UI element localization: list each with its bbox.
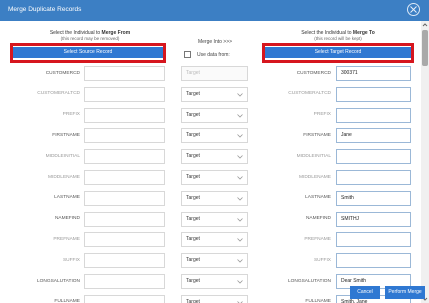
target-field-input[interactable] xyxy=(336,86,411,102)
chevron-down-icon xyxy=(237,93,243,97)
use-data-from-select[interactable]: Target xyxy=(181,107,248,123)
source-field-label: CUSTOMERALTCD xyxy=(37,91,80,97)
scrollbar[interactable] xyxy=(421,21,429,303)
chevron-down-icon xyxy=(237,217,243,222)
source-field-input xyxy=(84,294,165,303)
target-field-label: CUSTOMERALTCD xyxy=(288,91,331,97)
target-field-input[interactable] xyxy=(336,170,411,185)
scroll-up-icon[interactable] xyxy=(421,21,429,29)
source-field-label: PREFIX xyxy=(62,112,80,118)
select-value: Target xyxy=(186,298,200,303)
chevron-down-icon xyxy=(237,238,243,242)
source-field-label: PREFNAME xyxy=(53,236,80,242)
target-field-input[interactable] xyxy=(336,149,411,165)
chevron-down-icon xyxy=(237,176,243,180)
use-data-from-select[interactable]: Target xyxy=(181,86,248,102)
target-field-input[interactable] xyxy=(336,253,411,269)
target-field-label: FULLNAME xyxy=(305,299,331,303)
use-data-from-select[interactable]: Target xyxy=(181,253,248,269)
target-field-input[interactable] xyxy=(336,107,411,123)
use-data-from-select[interactable]: Target xyxy=(181,128,248,144)
target-field-input[interactable]: 300371 xyxy=(336,66,411,81)
select-value: Target xyxy=(186,111,200,118)
target-field-input[interactable]: SMITHJ xyxy=(336,211,411,227)
source-field-input xyxy=(84,170,165,185)
select-value: Target xyxy=(186,236,200,243)
cancel-button[interactable]: Cancel xyxy=(350,286,380,299)
chevron-down-icon xyxy=(237,259,243,263)
source-field-label: CUSTOMERCD xyxy=(45,70,80,76)
use-data-from-select[interactable]: Target xyxy=(181,294,248,303)
use-data-from-checkbox[interactable] xyxy=(184,51,191,58)
select-target-button[interactable]: Select Target Record xyxy=(265,47,411,58)
select-value: Target xyxy=(186,70,200,76)
source-field-input xyxy=(84,232,165,248)
source-field-input xyxy=(84,128,165,144)
chevron-down-icon xyxy=(237,113,243,118)
source-field-label: MIDDLENAME xyxy=(48,174,80,180)
target-header: Select the Individual to Merge To (this … xyxy=(262,30,414,42)
use-data-from-select[interactable]: Target xyxy=(181,211,248,227)
target-field-label: PREFNAME xyxy=(304,236,331,242)
source-field-label: LASTNAME xyxy=(54,195,80,201)
target-header-note: (this record will be kept) xyxy=(314,36,362,41)
target-field-label: CUSTOMERCD xyxy=(296,70,331,76)
use-data-from-select[interactable]: Target xyxy=(181,274,248,289)
close-icon xyxy=(410,6,417,13)
use-data-from-select[interactable]: Target xyxy=(181,190,248,206)
use-data-from-select[interactable]: Target xyxy=(181,149,248,165)
use-data-from-select: Target xyxy=(181,66,248,81)
source-field-label: FULLNAME xyxy=(54,299,80,303)
target-field-label: SUFFIX xyxy=(313,257,331,263)
target-field-input[interactable]: Jane xyxy=(336,128,411,144)
dialog-title: Merge Duplicate Records xyxy=(8,6,82,13)
chevron-down-icon xyxy=(237,155,243,159)
source-header: Select the Individual to Merge From (thi… xyxy=(10,30,170,42)
source-field-input xyxy=(84,274,165,289)
chevron-down-icon xyxy=(237,197,243,201)
dialog-content: Select the Individual to Merge From (thi… xyxy=(0,21,421,303)
source-field-input xyxy=(84,211,165,227)
select-value: Target xyxy=(186,153,200,160)
source-header-note: (this record may be removed) xyxy=(60,36,120,41)
select-value: Target xyxy=(186,215,200,222)
source-field-input xyxy=(84,149,165,165)
source-field-label: FIRSTNAME xyxy=(52,132,80,138)
select-source-button[interactable]: Select Source Record xyxy=(13,47,163,58)
source-field-input xyxy=(84,66,165,81)
source-field-input xyxy=(84,86,165,102)
target-field-label: LASTNAME xyxy=(305,195,331,201)
target-field-label: LONGSALUTATION xyxy=(287,278,331,284)
target-field-label: FIRSTNAME xyxy=(303,132,331,138)
source-field-label: NAMEFIND xyxy=(54,216,80,222)
use-data-from-select[interactable]: Target xyxy=(181,170,248,185)
source-field-label: SUFFIX xyxy=(62,257,80,263)
target-field-label: MIDDLENAME xyxy=(299,174,331,180)
select-value: Target xyxy=(186,194,200,201)
target-field-label: PREFIX xyxy=(313,112,331,118)
use-data-from-select[interactable]: Target xyxy=(181,232,248,248)
use-data-from-label: Use data from: xyxy=(197,52,230,58)
target-field-input[interactable] xyxy=(336,232,411,248)
target-field-label: MIDDLEINITIAL xyxy=(296,153,331,159)
source-field-input xyxy=(84,190,165,206)
source-field-input xyxy=(84,253,165,269)
source-field-label: MIDDLEINITIAL xyxy=(45,153,80,159)
select-value: Target xyxy=(186,278,200,284)
select-value: Target xyxy=(186,132,200,139)
perform-merge-button[interactable]: Perform Merge xyxy=(385,286,425,299)
chevron-down-icon xyxy=(237,134,243,138)
target-field-label: NAMEFIND xyxy=(305,216,331,222)
scroll-thumb[interactable] xyxy=(422,30,428,66)
chevron-down-icon xyxy=(237,280,243,284)
select-value: Target xyxy=(186,90,200,97)
merge-into-label: Merge Into >>> xyxy=(198,39,233,45)
select-value: Target xyxy=(186,257,200,264)
source-field-label: LONGSALUTATION xyxy=(36,278,80,284)
select-value: Target xyxy=(186,174,200,180)
target-field-input[interactable]: Smith xyxy=(336,190,411,206)
source-field-input xyxy=(84,107,165,123)
dialog-titlebar: Merge Duplicate Records xyxy=(0,0,429,21)
close-button[interactable] xyxy=(407,3,420,16)
